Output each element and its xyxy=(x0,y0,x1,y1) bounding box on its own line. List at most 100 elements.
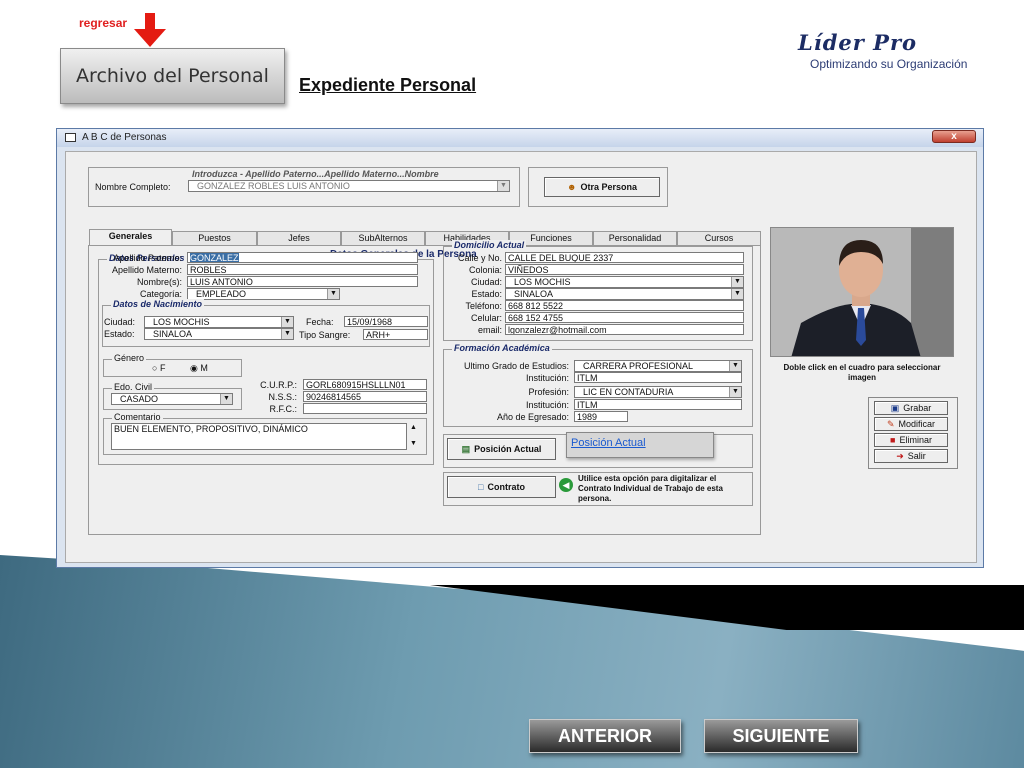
window-title: A B C de Personas xyxy=(82,132,167,143)
apellido-materno-label: Apellido Materno: xyxy=(111,265,182,275)
curp-input[interactable]: GORL680915HSLLLN01 xyxy=(303,379,427,390)
apellido-materno-input[interactable]: ROBLES xyxy=(187,264,418,275)
telefono-label: Teléfono: xyxy=(465,301,502,311)
calle-input[interactable]: CALLE DEL BUQUE 2337 xyxy=(505,252,744,263)
grado-select[interactable]: CARRERA PROFESIONAL ▼ xyxy=(574,360,742,372)
nac-ciudad-select[interactable]: LOS MOCHIS ▼ xyxy=(144,316,294,328)
salir-button[interactable]: ➜ Salir xyxy=(874,449,948,463)
nombres-label: Nombre(s): xyxy=(136,277,182,287)
rfc-input[interactable] xyxy=(303,403,427,414)
comentario-textarea[interactable]: BUEN ELEMENTO, PROPOSITIVO, DINÁMICO xyxy=(111,423,407,450)
nombres-input[interactable]: LUIS ANTONIO xyxy=(187,276,418,287)
full-name-label: Nombre Completo: xyxy=(95,182,171,192)
otra-persona-group xyxy=(528,167,668,207)
profesion-label: Profesión: xyxy=(528,387,569,397)
chevron-down-icon: ▼ xyxy=(281,329,293,339)
genero-m-radio[interactable]: ◉ M xyxy=(190,363,208,374)
posicion-actual-link[interactable]: Posición Actual xyxy=(566,432,714,458)
contrato-button[interactable]: □ Contrato xyxy=(447,476,556,498)
section-button[interactable]: Archivo del Personal xyxy=(60,48,285,104)
anterior-button[interactable]: ANTERIOR xyxy=(529,719,681,753)
document-icon: □ xyxy=(478,482,484,492)
egreso-label: Año de Egresado: xyxy=(496,412,569,422)
exit-icon: ➜ xyxy=(896,450,904,461)
genero-f-radio[interactable]: ○ F xyxy=(152,363,165,373)
egreso-input[interactable]: 1989 xyxy=(574,411,628,422)
genero-group: Género xyxy=(103,353,242,377)
chevron-down-icon: ▼ xyxy=(281,317,293,327)
logo-tagline: Optimizando su Organización xyxy=(810,57,968,71)
tab-personalidad[interactable]: Personalidad xyxy=(593,231,677,245)
dom-estado-select[interactable]: SINALOA ▼ xyxy=(505,288,744,300)
dom-ciudad-select[interactable]: LOS MOCHIS ▼ xyxy=(505,276,744,288)
fecha-label: Fecha: xyxy=(306,317,334,327)
chevron-down-icon: ▼ xyxy=(729,387,741,397)
nac-estado-label: Estado: xyxy=(104,329,135,339)
chevron-down-icon: ▼ xyxy=(731,277,743,287)
window-client: Introduzca - Apellido Paterno...Apellido… xyxy=(65,151,977,563)
siguiente-button[interactable]: SIGUIENTE xyxy=(704,719,858,753)
eliminar-button[interactable]: ■ Eliminar xyxy=(874,433,948,447)
nac-estado-select[interactable]: SINALOA ▼ xyxy=(144,328,294,340)
tab-jefes[interactable]: Jefes xyxy=(257,231,341,245)
close-button[interactable]: x xyxy=(932,130,976,143)
employee-photo[interactable] xyxy=(770,227,954,357)
chevron-down-icon: ▼ xyxy=(731,289,743,299)
logo-name: Líder Pro xyxy=(798,30,918,55)
apellido-paterno-input[interactable]: GONZALEZ xyxy=(187,252,418,263)
curp-label: C.U.R.P.: xyxy=(260,380,297,390)
categoria-label: Categoría: xyxy=(139,289,182,299)
page-title: Expediente Personal xyxy=(299,75,477,95)
categoria-select[interactable]: EMPLEADO ▼ xyxy=(187,288,340,300)
colonia-input[interactable]: VIÑEDOS xyxy=(505,264,744,275)
person-icon xyxy=(771,228,953,356)
chevron-down-icon: ▼ xyxy=(327,289,339,299)
tab-puestos[interactable]: Puestos xyxy=(172,231,257,245)
photo-caption: Doble click en el cuadro para selecciona… xyxy=(783,363,941,382)
dom-estado-label: Estado: xyxy=(471,289,502,299)
nac-ciudad-label: Ciudad: xyxy=(104,317,136,327)
scroll-up-icon[interactable]: ▲ xyxy=(410,424,417,431)
tab-subalternos[interactable]: SubAlternos xyxy=(341,231,425,245)
celular-label: Celular: xyxy=(470,313,502,323)
comentario-title: Comentario xyxy=(112,412,163,422)
genero-title: Género xyxy=(112,353,147,363)
institucion2-label: Institución: xyxy=(525,400,569,410)
domicilio-title: Domicilio Actual xyxy=(452,240,527,250)
tipo-sangre-input[interactable]: ARH+ xyxy=(363,329,428,340)
telefono-input[interactable]: 668 812 5522 xyxy=(505,300,744,311)
apellido-paterno-label: Apellido Paterno: xyxy=(113,253,182,263)
full-name-select[interactable]: GONZALEZ ROBLES LUIS ANTONIO ▼ xyxy=(188,180,510,192)
tab-cursos[interactable]: Cursos xyxy=(677,231,761,245)
edit-icon: ✎ xyxy=(886,418,895,429)
institucion1-input[interactable]: ITLM xyxy=(574,372,742,383)
tab-generales[interactable]: Generales xyxy=(89,229,172,245)
edo-civil-select[interactable]: CASADO ▼ xyxy=(111,393,233,405)
tipo-sangre-label: Tipo Sangre: xyxy=(299,330,351,340)
scroll-down-icon[interactable]: ▼ xyxy=(410,440,417,447)
rfc-label: R.F.C.: xyxy=(269,404,297,414)
email-input[interactable]: lgonzalezr@hotmail.com xyxy=(505,324,744,335)
colonia-label: Colonia: xyxy=(468,265,502,275)
profesion-select[interactable]: LIC EN CONTADURIA ▼ xyxy=(574,386,742,398)
save-icon: ▣ xyxy=(890,402,900,413)
chevron-down-icon: ▼ xyxy=(729,361,741,371)
contrato-note: Utilice esta opción para digitalizar el … xyxy=(578,474,723,503)
modificar-button[interactable]: ✎ Modificar xyxy=(874,417,948,431)
delete-icon: ■ xyxy=(890,435,896,445)
institucion2-input[interactable]: ITLM xyxy=(574,399,742,410)
grabar-button[interactable]: ▣ Grabar xyxy=(874,401,948,415)
posicion-actual-button[interactable]: ▤ Posición Actual xyxy=(447,438,556,460)
dom-ciudad-label: Ciudad: xyxy=(470,277,502,287)
window-titlebar: A B C de Personas x xyxy=(57,129,983,147)
document-icon: ▤ xyxy=(461,443,471,454)
back-link[interactable]: regresar xyxy=(79,16,127,30)
chevron-down-icon: ▼ xyxy=(497,181,509,191)
nss-input[interactable]: 90246814565 xyxy=(303,391,427,402)
fecha-input[interactable]: 15/09/1968 xyxy=(344,316,428,327)
nss-label: N.S.S.: xyxy=(268,392,297,402)
window-icon xyxy=(65,133,76,142)
nacimiento-title: Datos de Nacimiento xyxy=(111,299,205,309)
institucion1-label: Institución: xyxy=(525,373,569,383)
celular-input[interactable]: 668 152 4755 xyxy=(505,312,744,323)
